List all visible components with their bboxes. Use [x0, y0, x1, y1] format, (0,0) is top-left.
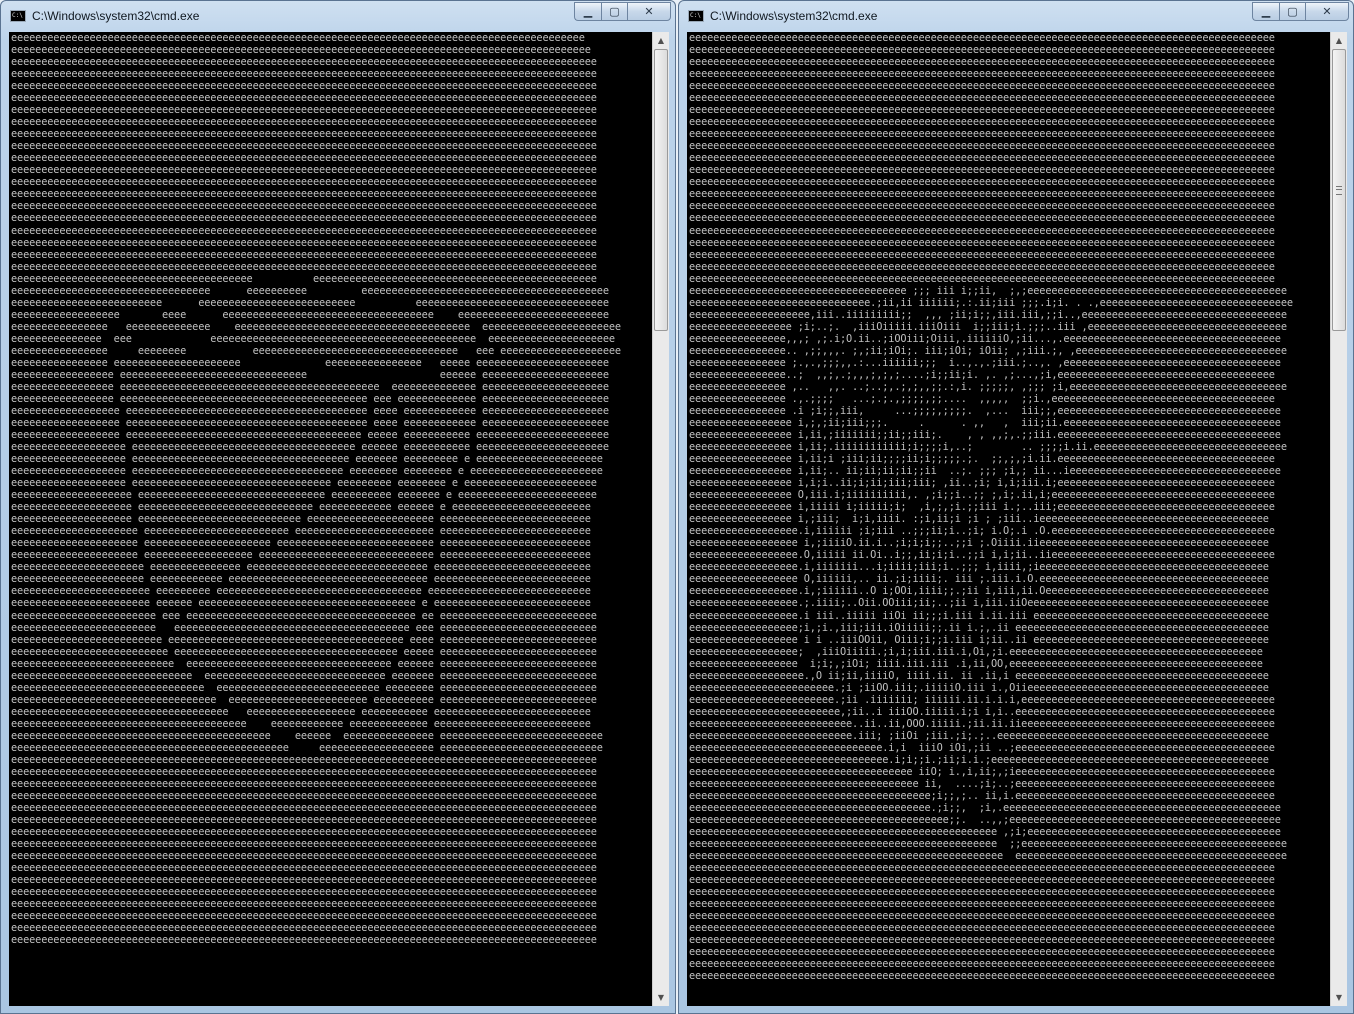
scroll-up-arrow-icon[interactable]: ▲ [653, 32, 669, 49]
minimize-button[interactable]: ▁ [1252, 2, 1279, 21]
scroll-down-arrow-icon[interactable]: ▼ [653, 989, 669, 1006]
grip-icon [1336, 186, 1342, 195]
cmd-window-left[interactable]: C:\ C:\Windows\system32\cmd.exe ▁ ▢ ✕ ee… [0, 0, 676, 1014]
console-text: eeeeeeeeeeeeeeeeeeeeeeeeeeeeeeeeeeeeeeee… [11, 32, 621, 947]
console-text: eeeeeeeeeeeeeeeeeeeeeeeeeeeeeeeeeeeeeeee… [689, 32, 1293, 983]
caption-buttons: ▁ ▢ ✕ [574, 2, 671, 21]
window-title: C:\Windows\system32\cmd.exe [710, 9, 878, 23]
cmd-window-right[interactable]: C:\ C:\Windows\system32\cmd.exe ▁ ▢ ✕ ee… [678, 0, 1354, 1014]
cmd-icon[interactable]: C:\ [10, 10, 26, 22]
cmd-icon[interactable]: C:\ [688, 10, 704, 22]
scroll-up-arrow-icon[interactable]: ▲ [1331, 32, 1347, 49]
window-title: C:\Windows\system32\cmd.exe [32, 9, 200, 23]
caption-buttons: ▁ ▢ ✕ [1252, 2, 1349, 21]
scroll-down-arrow-icon[interactable]: ▼ [1331, 989, 1347, 1006]
close-button[interactable]: ✕ [1305, 2, 1349, 21]
title-bar[interactable]: C:\ C:\Windows\system32\cmd.exe ▁ ▢ ✕ [679, 1, 1353, 31]
scroll-thumb[interactable] [654, 49, 668, 331]
scroll-thumb[interactable] [1332, 49, 1346, 331]
close-button[interactable]: ✕ [627, 2, 671, 21]
vertical-scrollbar[interactable]: ▲ ▼ [652, 32, 669, 1006]
maximize-button[interactable]: ▢ [1279, 2, 1305, 21]
maximize-button[interactable]: ▢ [601, 2, 627, 21]
console-output[interactable]: eeeeeeeeeeeeeeeeeeeeeeeeeeeeeeeeeeeeeeee… [687, 32, 1330, 1006]
title-bar[interactable]: C:\ C:\Windows\system32\cmd.exe ▁ ▢ ✕ [1, 1, 675, 31]
minimize-button[interactable]: ▁ [574, 2, 601, 21]
console-output[interactable]: eeeeeeeeeeeeeeeeeeeeeeeeeeeeeeeeeeeeeeee… [9, 32, 652, 1006]
vertical-scrollbar[interactable]: ▲ ▼ [1330, 32, 1347, 1006]
